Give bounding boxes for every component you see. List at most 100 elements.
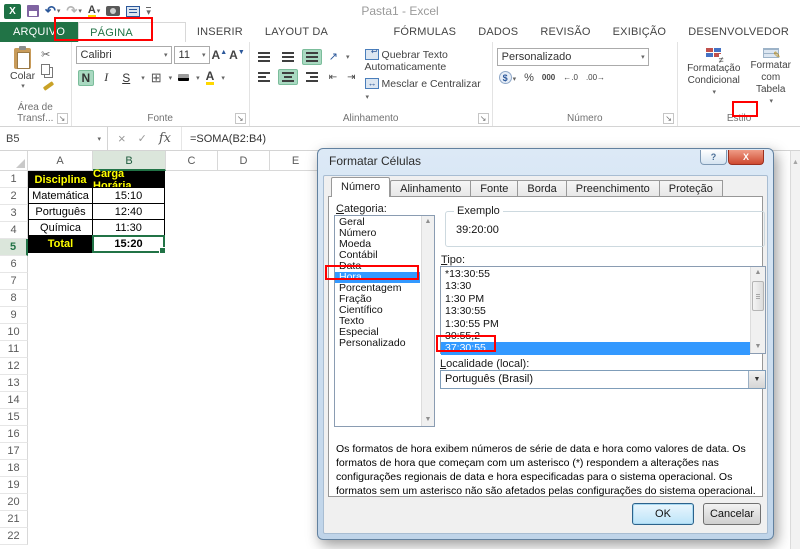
font-color-dropdown[interactable]: ▾ [221, 74, 225, 82]
row-header[interactable]: 4 [0, 222, 28, 239]
col-header-e[interactable]: E [270, 151, 322, 171]
font-size-combo[interactable]: 11▾ [174, 46, 210, 64]
type-scrollbar[interactable]: ▲ ▼ [750, 267, 765, 353]
type-item[interactable]: 1:30:55 PM [441, 318, 765, 330]
row-header[interactable]: 15 [0, 409, 28, 426]
dialog-tab-protecao[interactable]: Proteção [660, 180, 723, 197]
row-header[interactable]: 9 [0, 307, 28, 324]
underline-button[interactable]: S [118, 70, 134, 86]
cancel-button[interactable]: Cancelar [703, 503, 761, 525]
name-box-dropdown[interactable]: ▾ [97, 135, 107, 143]
dialog-tab-fonte[interactable]: Fonte [471, 180, 518, 197]
type-item[interactable]: 1:30 PM [441, 293, 765, 305]
dialog-tab-alinhamento[interactable]: Alinhamento [390, 180, 471, 197]
tab-dados[interactable]: DADOS [467, 22, 529, 42]
align-right-icon[interactable] [302, 69, 322, 85]
conditional-formatting-button[interactable]: Formatação Condicional▾ [682, 46, 745, 110]
tab-arquivo[interactable]: ARQUIVO [0, 22, 78, 42]
chevron-down-icon[interactable]: ▼ [748, 371, 765, 388]
percent-style-icon[interactable]: % [524, 72, 534, 84]
font-color-quick-icon[interactable]: A▾ [88, 3, 100, 19]
row-header[interactable]: 2 [0, 188, 28, 205]
form-control-icon[interactable] [126, 3, 140, 19]
row-header[interactable]: 10 [0, 324, 28, 341]
category-item[interactable]: Personalizado [335, 338, 434, 349]
category-scrollbar[interactable]: ▲ ▼ [421, 216, 434, 426]
row-header[interactable]: 22 [0, 528, 28, 545]
name-box[interactable]: B5 ▾ [0, 127, 108, 150]
cell-b5-selected[interactable]: 15:20 [92, 235, 165, 253]
decrease-indent-icon[interactable]: ⇤ [326, 70, 340, 85]
cell-a5[interactable]: Total [28, 235, 93, 253]
decrease-decimal-icon[interactable]: .00→ [586, 73, 605, 82]
borders-dropdown[interactable]: ▾ [169, 74, 173, 82]
dialog-close-icon[interactable]: X [728, 150, 764, 165]
fill-color-icon[interactable] [178, 74, 189, 81]
formula-input[interactable]: =SOMA(B2:B4) [182, 133, 266, 145]
row-header[interactable]: 13 [0, 375, 28, 392]
italic-button[interactable]: I [100, 69, 112, 86]
scroll-down-icon[interactable]: ▼ [751, 341, 765, 353]
scrollbar-thumb[interactable] [752, 281, 764, 311]
tab-revisao[interactable]: REVISÃO [529, 22, 601, 42]
tab-formulas[interactable]: FÓRMULAS [382, 22, 467, 42]
font-name-combo[interactable]: Calibri▾ [76, 46, 172, 64]
number-dialog-launcher[interactable]: ↘ [663, 113, 674, 124]
row-header[interactable]: 19 [0, 477, 28, 494]
enter-entry-icon[interactable]: ✓ [138, 132, 147, 145]
align-left-icon[interactable] [254, 69, 274, 85]
number-format-combo[interactable]: Personalizado▾ [497, 48, 649, 66]
tab-exibicao[interactable]: EXIBIÇÃO [602, 22, 678, 42]
locale-combo[interactable]: Português (Brasil) ▼ [440, 370, 766, 389]
type-item[interactable]: 13:30 [441, 280, 765, 292]
scroll-up-icon[interactable]: ▲ [792, 159, 799, 166]
row-header[interactable]: 8 [0, 290, 28, 307]
scroll-down-icon[interactable]: ▼ [422, 414, 434, 426]
copy-icon[interactable] [41, 64, 50, 75]
clipboard-dialog-launcher[interactable]: ↘ [57, 113, 68, 124]
row-header[interactable]: 14 [0, 392, 28, 409]
row-header[interactable]: 21 [0, 511, 28, 528]
merge-center-button[interactable]: Mesclar e Centralizar ▾ [365, 78, 488, 102]
align-bottom-icon[interactable] [302, 49, 322, 65]
fill-color-dropdown[interactable]: ▾ [196, 74, 200, 82]
shrink-font-button[interactable]: A▼ [229, 48, 245, 62]
row-header-selected[interactable]: 5 [0, 239, 28, 256]
dialog-tab-borda[interactable]: Borda [518, 180, 566, 197]
col-header-d[interactable]: D [218, 151, 270, 171]
row-header[interactable]: 1 [0, 171, 28, 188]
grow-font-button[interactable]: A▲ [212, 48, 228, 62]
type-item-selected[interactable]: 37:30:55 [441, 342, 750, 354]
font-color-icon[interactable]: A [206, 71, 215, 85]
select-all-corner[interactable] [0, 151, 28, 171]
format-as-table-button[interactable]: Formatar com Tabela▾ [745, 46, 796, 110]
alignment-dialog-launcher[interactable]: ↘ [478, 113, 489, 124]
align-middle-icon[interactable] [278, 49, 298, 65]
tab-layout-da-pagina[interactable]: LAYOUT DA PÁGINA [254, 22, 383, 42]
type-item[interactable]: *13:30:55 [441, 268, 765, 280]
ok-button[interactable]: OK [632, 503, 694, 525]
font-dialog-launcher[interactable]: ↘ [235, 113, 246, 124]
undo-icon[interactable]: ↶▾ [45, 3, 60, 19]
row-header[interactable]: 6 [0, 256, 28, 273]
row-header[interactable]: 18 [0, 460, 28, 477]
paste-button[interactable]: Colar ▾ [4, 46, 41, 110]
tab-desenvolvedor[interactable]: DESENVOLVEDOR [677, 22, 800, 42]
row-header[interactable]: 17 [0, 443, 28, 460]
redo-icon[interactable]: ↷▾ [66, 3, 81, 19]
tab-inserir[interactable]: INSERIR [186, 22, 254, 42]
wrap-text-button[interactable]: Quebrar Texto Automaticamente [365, 49, 488, 73]
scroll-up-icon[interactable]: ▲ [422, 216, 434, 228]
underline-dropdown[interactable]: ▾ [141, 74, 145, 82]
increase-indent-icon[interactable]: ⇥ [344, 70, 358, 85]
row-header[interactable]: 12 [0, 358, 28, 375]
insert-function-icon[interactable]: fx [159, 131, 171, 146]
scroll-up-icon[interactable]: ▲ [751, 267, 765, 279]
cut-icon[interactable]: ✂ [41, 49, 56, 61]
customize-qat-icon[interactable]: ▾ [146, 3, 151, 19]
row-header[interactable]: 11 [0, 341, 28, 358]
dialog-tab-numero[interactable]: Número [331, 177, 390, 197]
camera-icon[interactable] [106, 3, 120, 19]
accounting-format-icon[interactable]: $▾ [499, 71, 517, 84]
row-header[interactable]: 20 [0, 494, 28, 511]
